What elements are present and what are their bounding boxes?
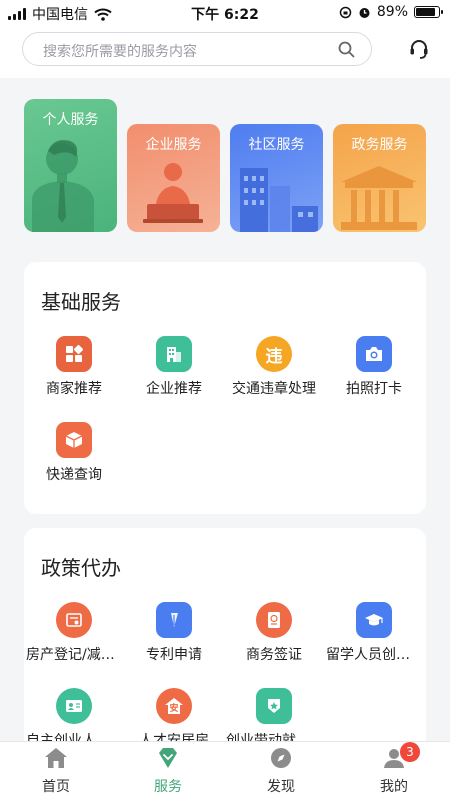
banner-enterprise-service[interactable]: 企业服务 [127,124,220,232]
battery-percent: 89% [376,4,408,20]
service-express-query[interactable]: 快递查询 [24,422,124,484]
compass-icon [271,748,291,768]
service-overseas-student-startup[interactable]: 留学人员创业补贴 [324,602,424,664]
alarm-icon [359,7,370,18]
section-title: 政策代办 [41,556,121,580]
notification-badge: 3 [400,742,420,762]
service-label: 交通违章处理 [232,381,316,397]
tab-label: 首页 [42,779,70,795]
banner-government-service[interactable]: 政务服务 [333,124,426,232]
service-label: 商务签证 [246,647,302,663]
service-photo-checkin[interactable]: 拍照打卡 [324,336,424,398]
service-label: 专利申请 [146,647,202,663]
battery-icon [414,6,443,18]
government-building-illustration-icon [341,166,417,230]
service-label: 企业推荐 [146,381,202,397]
service-label: 拍照打卡 [346,381,402,397]
search-icon[interactable] [338,41,355,58]
passport-icon [256,602,292,638]
service-label: 留学人员创业补贴 [326,647,424,663]
tab-label: 服务 [154,779,182,795]
basic-services-card: 基础服务 商家推荐 企业推荐 违 交通违章处理 拍照打卡 快递查询 [24,262,426,514]
patent-icon [156,602,192,638]
section-title: 基础服务 [41,290,121,314]
banner-personal-service[interactable]: 个人服务 [24,99,117,232]
service-label: 房产登记/减免税费 [26,647,124,663]
service-category-banners: 个人服务 企业服务 社区服务 政务服务 [0,96,450,236]
tab-discover[interactable]: 发现 [225,746,337,796]
service-label: 商家推荐 [46,381,102,397]
service-traffic-violation[interactable]: 违 交通违章处理 [224,336,324,398]
certificate-icon [56,602,92,638]
tab-label: 我的 [380,779,408,795]
banner-community-service[interactable]: 社区服务 [230,124,323,232]
orientation-lock-icon [339,6,352,18]
traffic-violation-icon: 违 [256,336,292,372]
tab-home[interactable]: 首页 [0,746,112,796]
tab-label: 发现 [267,779,295,795]
search-placeholder: 搜索您所需要的服务内容 [43,44,197,60]
graduation-cap-icon [356,602,392,638]
service-label: 快递查询 [46,467,102,483]
service-icon [159,748,177,768]
policy-agency-card: 政策代办 房产登记/减免税费 专利申请 商务签证 留学人员创业补贴 自主创业人员… [24,528,426,758]
tab-mine[interactable]: 3 我的 [338,742,450,796]
home-icon [45,748,67,768]
apps-icon [56,336,92,372]
house-icon: 安 [156,688,192,724]
camera-icon [356,336,392,372]
customer-service-icon[interactable] [408,38,430,60]
tab-service[interactable]: 服务 [112,746,224,796]
house-glyph: 安 [169,704,179,714]
laptop-worker-illustration-icon [143,163,203,223]
top-bar: 中国电信 下午 6:22 89% 搜索您所需要的服务内容 [0,0,450,78]
service-business-visa[interactable]: 商务签证 [224,602,324,664]
package-icon [56,422,92,458]
service-property-registration[interactable]: 房产登记/减免税费 [24,602,124,664]
person-illustration-icon [32,140,94,232]
badge-star-icon [256,688,292,724]
service-merchant-recommend[interactable]: 商家推荐 [24,336,124,398]
search-input[interactable]: 搜索您所需要的服务内容 [22,32,372,66]
status-bar: 中国电信 下午 6:22 89% [0,0,450,26]
bottom-tab-bar: 首页 服务 发现 3 我的 [0,741,450,800]
building-icon [156,336,192,372]
service-enterprise-recommend[interactable]: 企业推荐 [124,336,224,398]
service-patent-application[interactable]: 专利申请 [124,602,224,664]
id-card-icon [56,688,92,724]
buildings-illustration-icon [240,168,318,232]
